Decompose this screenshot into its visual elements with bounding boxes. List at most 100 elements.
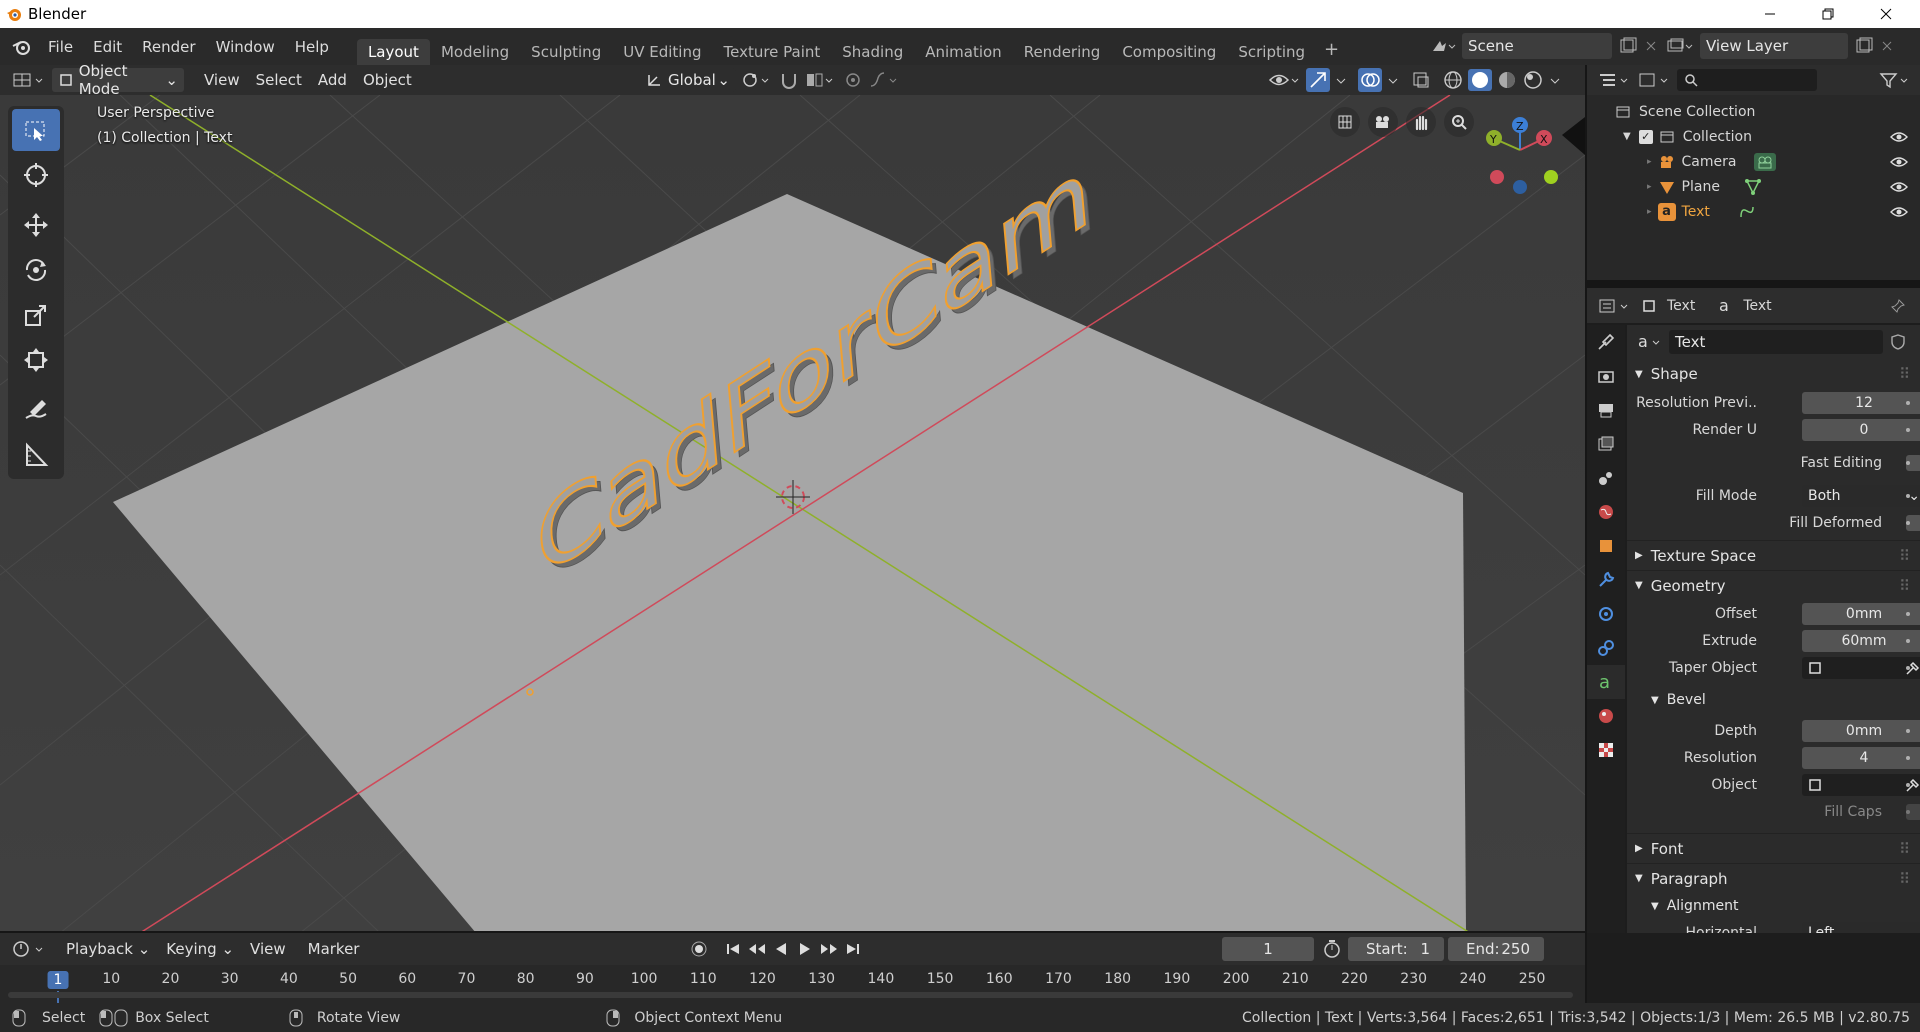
tab-modeling[interactable]: Modeling bbox=[430, 39, 520, 65]
keyframe-dot-icon[interactable] bbox=[1906, 427, 1910, 432]
keyframe-dot-icon[interactable] bbox=[1906, 493, 1910, 498]
tab-texture-paint[interactable]: Texture Paint bbox=[712, 39, 831, 65]
datablock-browse-icon[interactable]: a bbox=[1637, 333, 1665, 351]
timeline-editor-type-icon[interactable] bbox=[12, 940, 46, 958]
transform-orientation-selector[interactable]: Global ⌄ bbox=[640, 68, 736, 92]
shading-menu-icon[interactable] bbox=[1548, 69, 1562, 91]
view-layer-selector-icon[interactable] bbox=[1664, 37, 1694, 55]
shape-panel-header[interactable]: ▼ Shape ⠿ bbox=[1627, 359, 1920, 389]
annotate-tool-icon[interactable] bbox=[12, 389, 60, 431]
close-button[interactable] bbox=[1858, 0, 1914, 28]
timeline-scrollbar[interactable] bbox=[8, 992, 1573, 998]
delete-view-layer-icon[interactable] bbox=[1880, 39, 1894, 53]
rotate-tool-icon[interactable] bbox=[12, 249, 60, 291]
expand-arrow-icon[interactable]: ▼ bbox=[1623, 131, 1631, 142]
menu-edit[interactable]: Edit bbox=[83, 38, 132, 56]
visibility-eye-icon[interactable] bbox=[1890, 181, 1908, 193]
navigation-gizmo[interactable]: Z X Y bbox=[1470, 95, 1585, 205]
keyframe-dot-icon[interactable] bbox=[1906, 638, 1910, 643]
collection-checkbox[interactable]: ✓ bbox=[1638, 129, 1653, 144]
pivot-point-icon[interactable] bbox=[740, 70, 774, 90]
keyframe-dot-icon[interactable] bbox=[1906, 728, 1910, 733]
material-properties-tab-icon[interactable] bbox=[1587, 699, 1625, 733]
viewport-menu-select[interactable]: Select bbox=[248, 68, 310, 92]
viewport-menu-add[interactable]: Add bbox=[310, 68, 355, 92]
new-view-layer-icon[interactable] bbox=[1854, 37, 1874, 55]
snap-target-icon[interactable] bbox=[804, 70, 838, 90]
pin-icon[interactable] bbox=[1890, 298, 1906, 314]
world-properties-tab-icon[interactable] bbox=[1587, 495, 1625, 529]
start-frame-field[interactable]: Start: 1 bbox=[1348, 937, 1444, 961]
scene-properties-tab-icon[interactable] bbox=[1587, 461, 1625, 495]
timeline-menu-keying[interactable]: Keying ⌄ bbox=[158, 937, 242, 961]
viewport-scene[interactable]: CadForCam CadForCam bbox=[0, 95, 1585, 933]
timeline-menu-marker[interactable]: Marker bbox=[300, 937, 368, 961]
auto-keying-record-icon[interactable] bbox=[688, 938, 710, 960]
object-properties-tab-icon[interactable] bbox=[1587, 529, 1625, 563]
bevel-depth-field[interactable]: 0mm bbox=[1802, 719, 1920, 742]
constraint-properties-tab-icon[interactable] bbox=[1587, 631, 1625, 665]
mode-selector[interactable]: Object Mode ⌄ bbox=[52, 62, 184, 98]
tab-uv-editing[interactable]: UV Editing bbox=[612, 39, 712, 65]
keyframe-dot-icon[interactable] bbox=[1906, 782, 1910, 787]
cursor-tool-icon[interactable] bbox=[12, 154, 60, 196]
play-icon[interactable] bbox=[794, 938, 816, 960]
horizontal-alignment-dropdown[interactable]: Left ⌄ bbox=[1802, 921, 1920, 933]
pan-view-icon[interactable] bbox=[1406, 107, 1436, 137]
texture-space-panel-header[interactable]: ▶ Texture Space ⠿ bbox=[1627, 540, 1920, 570]
jump-to-start-icon[interactable] bbox=[722, 938, 744, 960]
transform-tool-icon[interactable] bbox=[12, 339, 60, 381]
overlays-toggle-icon[interactable] bbox=[1358, 68, 1382, 92]
measure-tool-icon[interactable] bbox=[12, 434, 60, 476]
timeline-menu-playback[interactable]: Playback ⌄ bbox=[58, 937, 158, 961]
bevel-resolution-field[interactable]: 4 bbox=[1802, 746, 1920, 769]
outliner-item-plane[interactable]: ▸ Plane bbox=[1587, 174, 1920, 199]
tab-shading[interactable]: Shading bbox=[831, 39, 914, 65]
data-properties-tab-icon[interactable]: a bbox=[1587, 665, 1625, 699]
outliner-search-input[interactable] bbox=[1677, 69, 1817, 91]
view-layer-field[interactable]: View Layer bbox=[1700, 33, 1848, 59]
current-frame-field[interactable]: 1 bbox=[1222, 937, 1314, 961]
viewport-menu-object[interactable]: Object bbox=[355, 68, 420, 92]
maximize-button[interactable] bbox=[1800, 0, 1856, 28]
solid-shading-icon[interactable] bbox=[1468, 69, 1492, 91]
keyframe-dot-icon[interactable] bbox=[1906, 460, 1910, 465]
keyframe-dot-icon[interactable] bbox=[1906, 520, 1910, 525]
datablock-name-field[interactable]: Text bbox=[1669, 330, 1883, 354]
next-keyframe-icon[interactable] bbox=[818, 938, 840, 960]
add-workspace-icon[interactable]: + bbox=[1316, 39, 1347, 65]
physics-properties-tab-icon[interactable] bbox=[1587, 597, 1625, 631]
camera-view-icon[interactable] bbox=[1368, 107, 1398, 137]
view-layer-properties-tab-icon[interactable] bbox=[1587, 427, 1625, 461]
visibility-eye-icon[interactable] bbox=[1890, 156, 1908, 168]
outliner-item-text[interactable]: ▸ a Text bbox=[1587, 199, 1920, 224]
rendered-shading-icon[interactable] bbox=[1522, 69, 1544, 91]
xray-toggle-icon[interactable] bbox=[1410, 69, 1432, 91]
tab-scripting[interactable]: Scripting bbox=[1227, 39, 1316, 65]
font-panel-header[interactable]: ▶ Font ⠿ bbox=[1627, 833, 1920, 863]
render-u-field[interactable]: 0 bbox=[1802, 418, 1920, 441]
modifier-properties-tab-icon[interactable] bbox=[1587, 563, 1625, 597]
gizmo-toggle-icon[interactable] bbox=[1306, 68, 1330, 92]
fake-user-shield-icon[interactable] bbox=[1889, 333, 1907, 351]
wireframe-shading-icon[interactable] bbox=[1442, 69, 1464, 91]
toggle-camera-view-icon[interactable] bbox=[1330, 107, 1360, 137]
paragraph-panel-header[interactable]: ▼ Paragraph ⠿ bbox=[1627, 863, 1920, 893]
tab-animation[interactable]: Animation bbox=[914, 39, 1012, 65]
scale-tool-icon[interactable] bbox=[12, 294, 60, 336]
outliner-collection-row[interactable]: ▼ ✓ Collection bbox=[1587, 124, 1920, 149]
keyframe-dot-icon[interactable] bbox=[1906, 755, 1910, 760]
filter-icon[interactable] bbox=[1878, 71, 1912, 89]
tab-compositing[interactable]: Compositing bbox=[1111, 39, 1227, 65]
end-frame-field[interactable]: End: 250 bbox=[1448, 937, 1544, 961]
display-mode-icon[interactable] bbox=[1637, 71, 1671, 89]
delete-scene-icon[interactable] bbox=[1644, 39, 1658, 53]
properties-editor-type-icon[interactable] bbox=[1597, 297, 1631, 315]
outliner-scene-collection[interactable]: Scene Collection bbox=[1587, 99, 1920, 124]
menu-file[interactable]: File bbox=[38, 38, 83, 56]
previous-keyframe-icon[interactable] bbox=[746, 938, 768, 960]
overlays-menu-icon[interactable] bbox=[1386, 69, 1400, 91]
menu-render[interactable]: Render bbox=[132, 38, 205, 56]
3d-viewport[interactable]: CadForCam CadForCam User Perspective (1)… bbox=[0, 95, 1585, 933]
gizmo-menu-icon[interactable] bbox=[1334, 69, 1348, 91]
